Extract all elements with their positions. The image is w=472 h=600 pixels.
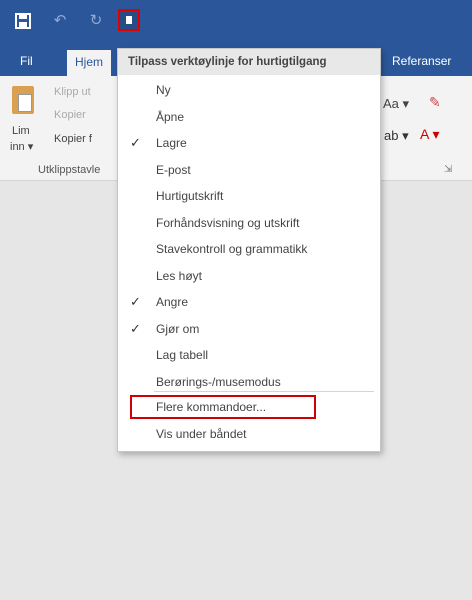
menu-item-label: Hurtigutskrift — [156, 189, 224, 203]
menu-item-label: Angre — [156, 295, 189, 309]
menu-item[interactable]: Forhåndsvisning og utskrift — [118, 210, 380, 236]
menu-item-label: Lag tabell — [156, 348, 209, 362]
menu-item-label: Vis under båndet — [156, 427, 247, 441]
menu-item[interactable]: Lag tabell — [118, 342, 380, 368]
paste-label-line1[interactable]: Lim — [12, 125, 30, 137]
check-icon: ✓ — [130, 135, 141, 150]
paste-label-line2[interactable]: inn ▾ — [10, 140, 33, 153]
menu-item-label: Lagre — [156, 136, 187, 150]
menu-item-show-below[interactable]: Vis under båndet — [118, 421, 380, 447]
customize-qat-icon — [126, 16, 132, 24]
menu-item[interactable]: ✓ Lagre — [118, 130, 380, 156]
menu-item-label: Gjør om — [156, 321, 200, 336]
menu-item[interactable]: Stavekontroll og grammatikk — [118, 236, 380, 262]
undo-icon[interactable]: ↶ — [50, 10, 70, 32]
highlight-box — [130, 395, 316, 419]
menu-header: Tilpass verktøylinje for hurtigtilgang — [118, 49, 380, 75]
change-case-button[interactable]: Aa ▾ — [383, 96, 409, 112]
menu-item[interactable]: E-post — [118, 157, 380, 183]
menu-item[interactable]: ✓ Gjør om — [118, 316, 380, 342]
check-icon: ✓ — [130, 320, 141, 336]
menu-item-label: Les høyt — [156, 268, 203, 283]
tab-fil[interactable]: Fil — [12, 46, 41, 76]
title-bar: ↶ ↻ — [0, 0, 472, 46]
menu-item-label: Forhåndsvisning og utskrift — [156, 215, 300, 230]
menu-separator — [154, 391, 374, 392]
check-icon: ✓ — [130, 294, 141, 309]
redo-icon[interactable]: ↻ — [86, 10, 106, 32]
format-painter-button[interactable]: Kopier f — [54, 133, 92, 145]
cut-button[interactable]: Klipp ut — [54, 86, 91, 98]
menu-item-label: Åpne — [156, 109, 185, 124]
copy-button[interactable]: Kopier — [54, 109, 86, 121]
highlight-button[interactable]: ab ▾ — [384, 128, 409, 144]
menu-item[interactable]: Hurtigutskrift — [118, 183, 380, 209]
paste-icon[interactable] — [12, 86, 34, 114]
menu-item[interactable]: Åpne — [118, 104, 380, 130]
dialog-launcher-icon[interactable]: ⇲ — [444, 164, 452, 175]
customize-qat-button[interactable] — [118, 9, 140, 31]
customize-qat-menu: Tilpass verktøylinje for hurtigtilgang N… — [117, 48, 381, 452]
menu-item[interactable]: Les høyt — [118, 263, 380, 289]
menu-item-label: Ny — [156, 83, 171, 97]
tab-referanser[interactable]: Referanser — [384, 46, 459, 76]
clear-format-icon[interactable]: ✎ — [429, 94, 441, 111]
save-icon[interactable] — [13, 10, 33, 32]
tab-hjem[interactable]: Hjem — [67, 50, 112, 76]
menu-item[interactable]: Ny — [118, 77, 380, 103]
menu-item[interactable]: ✓ Angre — [118, 289, 380, 315]
menu-item-label: E-post — [156, 162, 191, 177]
menu-item-label: Stavekontroll og grammatikk — [156, 242, 308, 256]
clipboard-group-label: Utklippstavle — [38, 164, 101, 176]
font-color-button[interactable]: A ▾ — [420, 126, 439, 143]
